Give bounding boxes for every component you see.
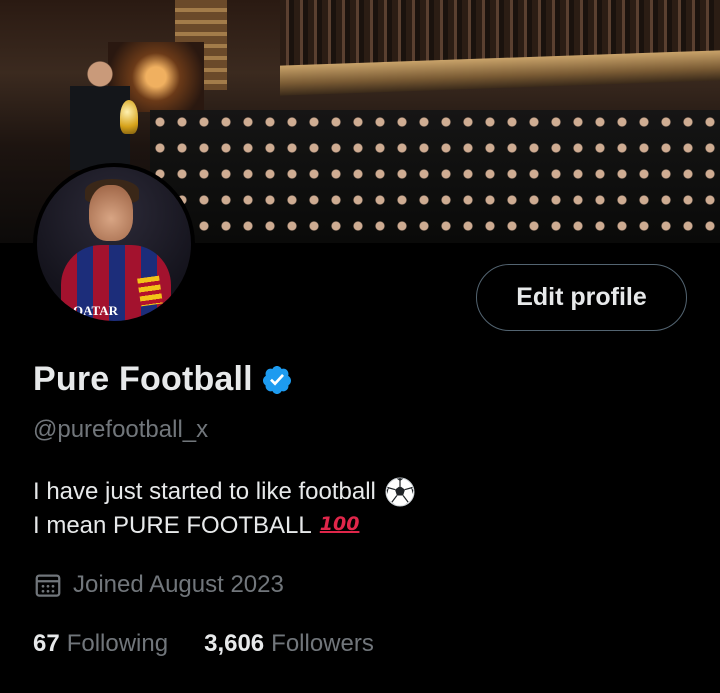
name-row: Pure Football [33, 360, 293, 399]
joined-date: Joined August 2023 [33, 570, 284, 600]
bio-line: I have just started to like football [33, 475, 416, 509]
avatar-armband [137, 275, 163, 307]
avatar[interactable]: QATAR [33, 163, 195, 325]
following-count: 67 [33, 630, 60, 657]
soccer-ball-icon [385, 477, 415, 507]
followers-label: Followers [271, 630, 374, 657]
followers-count: 3,606 [204, 630, 265, 657]
avatar-head [89, 185, 133, 241]
follow-stats: 67 Following 3,606 Followers [33, 630, 374, 658]
followers-link[interactable]: 3,606 Followers [204, 630, 374, 658]
avatar-shirt-sponsor: QATAR [73, 303, 119, 318]
display-name: Pure Football [33, 360, 253, 398]
edit-profile-button[interactable]: Edit profile [476, 264, 687, 331]
hundred-points-icon: 100 [319, 513, 360, 535]
following-label: Following [66, 630, 169, 657]
joined-date-text: Joined August 2023 [73, 571, 284, 598]
banner-trophy [120, 100, 138, 134]
profile-bio: I have just started to like football I m… [33, 475, 416, 543]
bio-line-text: I have just started to like football [33, 478, 376, 505]
calendar-icon [35, 574, 61, 597]
verified-badge-icon[interactable] [261, 364, 293, 396]
banner-crowd [150, 110, 720, 243]
following-link[interactable]: 67 Following [33, 630, 168, 658]
bio-line: I mean PURE FOOTBALL 100 [33, 509, 416, 543]
avatar-image: QATAR [37, 167, 191, 321]
bio-line-text: I mean PURE FOOTBALL [33, 512, 312, 539]
profile-handle: @purefootball_x [33, 416, 209, 443]
